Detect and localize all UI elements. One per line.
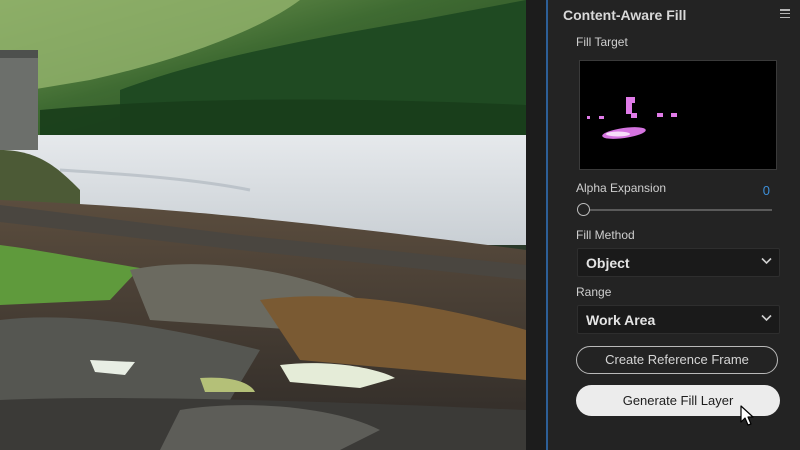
panel-divider[interactable] [526, 0, 548, 450]
fill-method-value: Object [586, 255, 630, 271]
alpha-expansion-value[interactable]: 0 [763, 183, 770, 198]
alpha-expansion-slider-track[interactable] [584, 209, 772, 211]
fill-method-select[interactable]: Object [577, 248, 780, 277]
panel-title: Content-Aware Fill [563, 7, 687, 23]
fill-target-preview [579, 60, 777, 170]
mask-preview-graphic [587, 97, 677, 139]
content-aware-fill-panel: Content-Aware Fill Fill Target Alpha Exp… [548, 0, 800, 450]
hamburger-menu-icon[interactable] [780, 9, 790, 19]
mouse-pointer-icon [740, 405, 754, 426]
range-label: Range [576, 285, 612, 299]
alpha-expansion-label: Alpha Expansion [576, 181, 667, 195]
range-value: Work Area [586, 312, 656, 328]
fill-method-label: Fill Method [576, 228, 635, 242]
fill-target-label: Fill Target [576, 35, 628, 49]
range-select[interactable]: Work Area [577, 305, 780, 334]
alpha-expansion-slider-handle[interactable] [577, 203, 590, 216]
landscape-image [0, 0, 526, 450]
composition-viewer[interactable] [0, 0, 526, 450]
chevron-down-icon [761, 314, 772, 322]
chevron-down-icon [761, 257, 772, 265]
create-reference-frame-button[interactable]: Create Reference Frame [576, 346, 778, 374]
